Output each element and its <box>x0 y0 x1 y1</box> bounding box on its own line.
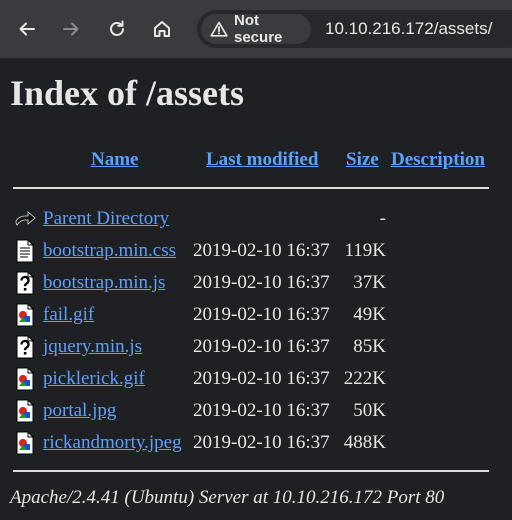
file-size: 222K <box>343 368 386 389</box>
column-header-last-modified[interactable]: Last modified <box>206 148 318 172</box>
unknown-file-icon <box>13 335 37 359</box>
file-modified: 2019-02-10 16:37 <box>193 336 330 357</box>
file-link[interactable]: fail.gif <box>43 304 94 326</box>
page-title: Index of /assets <box>10 73 245 113</box>
file-size: 50K <box>353 400 386 421</box>
file-row: jquery.min.js 2019-02-10 16:37 85K <box>0 331 512 363</box>
file-size: 49K <box>353 304 386 325</box>
column-header-description[interactable]: Description <box>391 148 485 172</box>
server-signature: Apache/2.4.41 (Ubuntu) Server at 10.10.2… <box>10 487 445 508</box>
header-divider <box>13 187 489 189</box>
reload-icon <box>107 19 127 39</box>
parent-size: - <box>379 208 386 229</box>
reload-button[interactable] <box>102 14 132 44</box>
file-modified: 2019-02-10 16:37 <box>193 272 330 293</box>
warning-icon <box>210 21 228 37</box>
file-modified: 2019-02-10 16:37 <box>193 304 330 325</box>
file-row: rickandmorty.jpeg 2019-02-10 16:37 488K <box>0 427 512 459</box>
file-row: picklerick.gif 2019-02-10 16:37 222K <box>0 363 512 395</box>
security-label: Not secure <box>234 12 283 46</box>
home-button[interactable] <box>147 14 177 44</box>
browser-toolbar: Not secure 10.10.216.172/assets/ <box>0 0 512 58</box>
unknown-file-icon <box>13 271 37 295</box>
file-size: 488K <box>343 432 386 453</box>
file-link[interactable]: jquery.min.js <box>43 336 142 358</box>
image-file-icon <box>13 399 37 423</box>
image-file-icon <box>13 303 37 327</box>
file-row: portal.jpg 2019-02-10 16:37 50K <box>0 395 512 427</box>
image-file-icon <box>13 431 37 455</box>
address-bar[interactable]: Not secure 10.10.216.172/assets/ <box>197 10 512 48</box>
file-size: 85K <box>353 336 386 357</box>
forward-icon <box>61 19 81 39</box>
text-file-icon <box>13 239 37 263</box>
parent-directory-link[interactable]: Parent Directory <box>43 208 169 230</box>
file-row: bootstrap.min.css 2019-02-10 16:37 119K <box>0 235 512 267</box>
file-link[interactable]: bootstrap.min.js <box>43 272 165 294</box>
column-header-size[interactable]: Size <box>346 148 379 172</box>
file-modified: 2019-02-10 16:37 <box>193 400 330 421</box>
file-row: fail.gif 2019-02-10 16:37 49K <box>0 299 512 331</box>
security-chip[interactable]: Not secure <box>201 12 311 46</box>
file-size: 37K <box>353 272 386 293</box>
url-text[interactable]: 10.10.216.172/assets/ <box>325 19 492 39</box>
file-size: 119K <box>344 240 386 261</box>
parent-directory-row: Parent Directory - <box>0 203 512 235</box>
back-icon <box>17 19 37 39</box>
back-button[interactable] <box>12 14 42 44</box>
footer-divider <box>13 470 489 472</box>
back-folder-icon <box>13 207 37 231</box>
file-link[interactable]: picklerick.gif <box>43 368 145 390</box>
file-link[interactable]: portal.jpg <box>43 400 116 422</box>
forward-button[interactable] <box>56 14 86 44</box>
file-modified: 2019-02-10 16:37 <box>193 368 330 389</box>
file-link[interactable]: rickandmorty.jpeg <box>43 432 182 454</box>
file-row: bootstrap.min.js 2019-02-10 16:37 37K <box>0 267 512 299</box>
home-icon <box>152 19 172 39</box>
file-link[interactable]: bootstrap.min.css <box>43 240 176 262</box>
file-modified: 2019-02-10 16:37 <box>193 240 330 261</box>
column-header-name[interactable]: Name <box>91 148 138 172</box>
image-file-icon <box>13 367 37 391</box>
file-modified: 2019-02-10 16:37 <box>193 432 330 453</box>
